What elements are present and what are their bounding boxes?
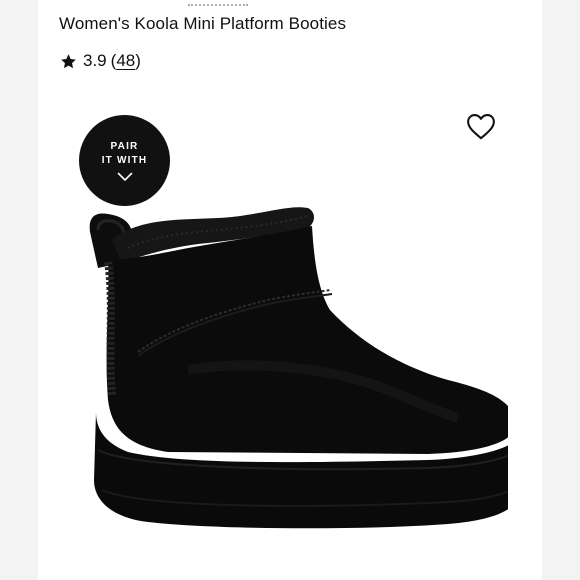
review-count: 48: [116, 51, 136, 70]
pair-label-line1: PAIR: [110, 140, 139, 152]
rating-value: 3.9: [83, 51, 107, 70]
pair-label-line2: IT WITH: [101, 154, 148, 166]
heart-icon[interactable]: [466, 113, 496, 141]
product-card: Women's Koola Mini Platform Booties 3.9 …: [38, 0, 542, 580]
product-title: Women's Koola Mini Platform Booties: [59, 14, 347, 33]
cropped-top-edge: [188, 0, 248, 6]
star-icon: [61, 53, 76, 68]
review-count-link[interactable]: (48): [111, 51, 141, 71]
rating-row[interactable]: 3.9 (48): [60, 51, 141, 71]
product-image: [89, 207, 508, 529]
chevron-down-icon: [117, 172, 132, 181]
